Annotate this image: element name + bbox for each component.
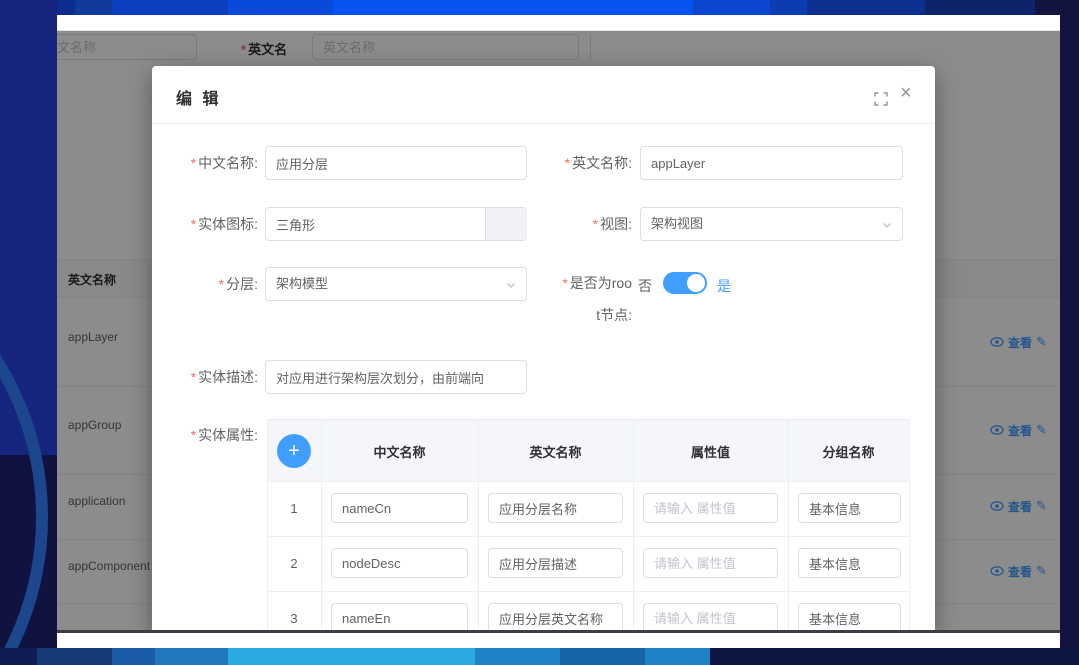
attr-en-input[interactable]: [488, 493, 623, 523]
layer-select[interactable]: 架构模型: [265, 267, 527, 301]
attr-table-divider: [788, 420, 789, 631]
chevron-down-icon: [881, 219, 893, 231]
app-window: *英文名 英文名称 appLayer appGroup application …: [57, 15, 1060, 648]
window-bottom-strip: [57, 633, 1060, 648]
attr-cn-input[interactable]: [331, 493, 468, 523]
toggle-knob: [687, 274, 705, 292]
root-toggle[interactable]: [663, 272, 707, 294]
cn-name-input[interactable]: [265, 146, 527, 180]
en-name-label: *英文名称:: [526, 146, 632, 180]
attr-value-input[interactable]: [643, 548, 778, 578]
attr-value-input[interactable]: [643, 603, 778, 631]
attribute-table: + 中文名称 英文名称 属性值 分组名称 1 2: [267, 419, 910, 631]
fullscreen-icon[interactable]: [874, 92, 888, 111]
entity-attrs-label: *实体属性:: [152, 427, 258, 444]
attr-row-index: 2: [268, 556, 320, 571]
add-attribute-button[interactable]: +: [277, 434, 311, 468]
desktop-left-edge: [0, 0, 57, 665]
entity-desc-input[interactable]: [265, 360, 527, 394]
attr-col-en-name: 英文名称: [478, 420, 633, 482]
view-label: *视图:: [526, 207, 632, 241]
attr-cn-input[interactable]: [331, 548, 468, 578]
attr-group-input[interactable]: [798, 493, 901, 523]
page-content: *英文名 英文名称 appLayer appGroup application …: [57, 30, 1060, 631]
toggle-off-text: 否: [638, 276, 652, 296]
chevron-down-icon: [505, 279, 517, 291]
entity-desc-label: *实体描述:: [152, 360, 258, 394]
attr-row-divider: [268, 536, 909, 537]
attr-row-index: 1: [268, 501, 320, 516]
attr-col-value: 属性值: [633, 420, 788, 482]
attr-cn-input[interactable]: [331, 603, 468, 631]
cn-name-label: *中文名称:: [152, 146, 258, 180]
attr-table-divider: [633, 420, 634, 631]
dialog-title: 编 辑: [176, 85, 221, 109]
attr-table-divider: [321, 420, 322, 631]
attr-row-divider: [268, 591, 909, 592]
en-name-input[interactable]: [640, 146, 903, 180]
entity-icon-label: *实体图标:: [152, 207, 258, 241]
layer-label: *分层:: [152, 267, 258, 301]
attr-group-input[interactable]: [798, 548, 901, 578]
attr-col-group: 分组名称: [788, 420, 909, 482]
edit-dialog: 编 辑 × *中文名称: *英文名称: *实体图标:: [152, 66, 935, 631]
view-select[interactable]: 架构视图: [640, 207, 903, 241]
icon-picker-addon[interactable]: [485, 208, 527, 240]
attr-en-input[interactable]: [488, 548, 623, 578]
attr-en-input[interactable]: [488, 603, 623, 631]
is-root-label-line1: *是否为roo: [526, 275, 632, 292]
attr-value-input[interactable]: [643, 493, 778, 523]
close-icon[interactable]: ×: [900, 83, 912, 103]
attr-col-cn-name: 中文名称: [321, 420, 478, 482]
toggle-on-text: 是: [717, 276, 731, 296]
attr-table-divider: [478, 420, 479, 631]
desktop-right-edge: [1060, 0, 1079, 665]
dialog-header-divider: [152, 123, 935, 124]
window-top-strip: [57, 15, 1060, 30]
attr-row-index: 3: [268, 611, 320, 626]
is-root-label-line2: t节点:: [526, 307, 632, 324]
attr-group-input[interactable]: [798, 603, 901, 631]
